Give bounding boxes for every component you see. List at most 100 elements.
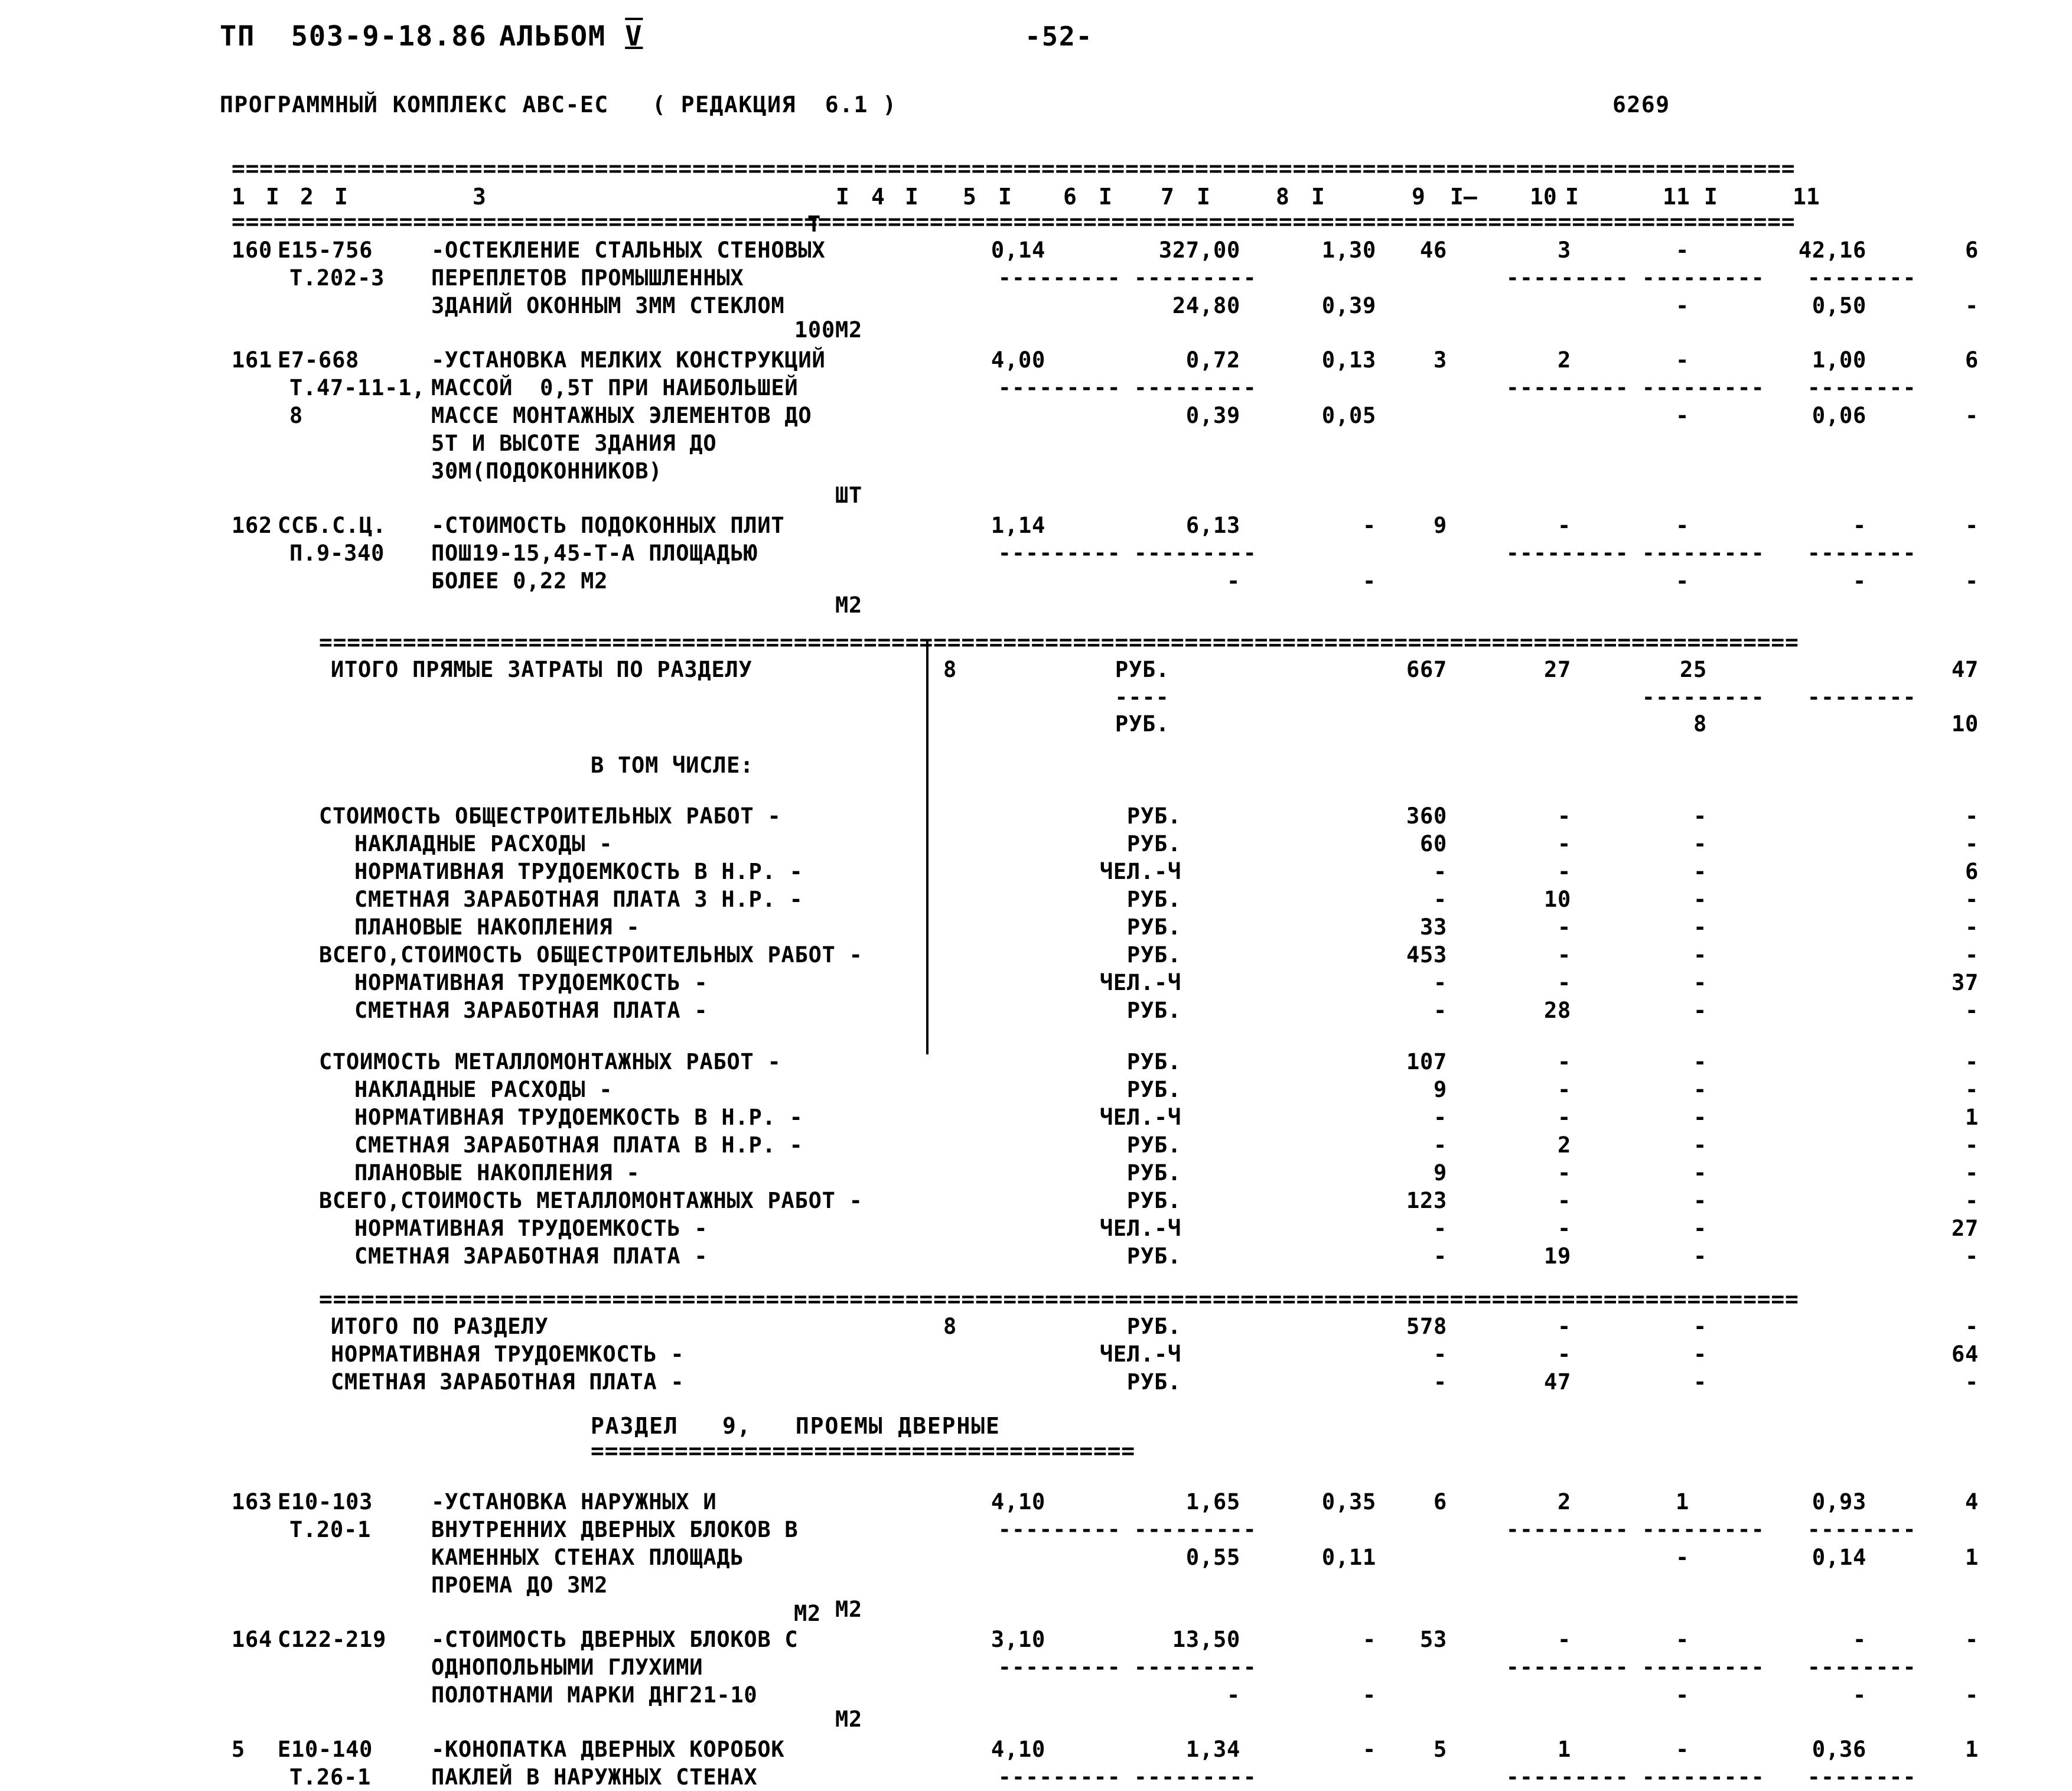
- general-breakdown-col9-7: -: [1693, 998, 1707, 1023]
- item-description-line-160-1: ПЕРЕПЛЕТОВ ПРОМЫШЛЕННЫХ: [431, 265, 744, 291]
- pre-totals-rule: ========================================…: [319, 633, 1799, 651]
- item2-col9-164: -: [1675, 1627, 1689, 1652]
- section-total-label-1: НОРМАТИВНАЯ ТРУДОЕМКОСТЬ -: [331, 1341, 685, 1367]
- col-num-11: 11: [1663, 184, 1690, 210]
- item2-col7-5: 5: [1433, 1737, 1447, 1762]
- general-breakdown-col8-7: 28: [1543, 998, 1571, 1023]
- section-total-col8-2: 47: [1543, 1369, 1571, 1395]
- item-col9-160: -: [1675, 237, 1689, 263]
- general-breakdown-col9-4: -: [1693, 914, 1707, 940]
- metal-breakdown-col8-6: -: [1557, 1216, 1571, 1241]
- item2-price-b2-163: 0,11: [1321, 1545, 1376, 1570]
- item-dash-c11-161: --------: [1807, 376, 1917, 400]
- item2-price-b-5: -: [1362, 1737, 1376, 1762]
- general-breakdown-label-1: НАКЛАДНЫЕ РАСХОДЫ -: [354, 831, 613, 857]
- col-div-11: I: [1704, 184, 1718, 210]
- item-col8-161: 2: [1557, 347, 1571, 373]
- item2-dash-c8-164: ---------: [1506, 1655, 1630, 1679]
- general-breakdown-col11-0: -: [1965, 803, 1979, 829]
- item-price-a2-161: 0,39: [1185, 403, 1240, 428]
- item2-dash-c9-164: ---------: [1642, 1655, 1765, 1679]
- item-unit-161: ШТ: [835, 483, 862, 508]
- metal-breakdown-col7-3: -: [1433, 1132, 1447, 1158]
- metal-breakdown-col9-6: -: [1693, 1216, 1707, 1241]
- section-total-number-0: 8: [943, 1314, 957, 1339]
- item-rows-block-2: 163 Е10-103 Т.20-1 -УСТАНОВКА НАРУЖНЫХ И ВНУ…: [0, 1482, 2072, 1790]
- metal-breakdown-unit-7: РУБ.: [1126, 1243, 1181, 1269]
- metal-breakdown-unit-6: ЧЕЛ.-Ч: [1099, 1216, 1181, 1241]
- item2-price-b2-164: -: [1362, 1682, 1376, 1708]
- item2-col9-5: -: [1675, 1737, 1689, 1762]
- metal-breakdown-col11-3: -: [1965, 1132, 1979, 1158]
- metal-breakdown-label-0: СТОИМОСТЬ МЕТАЛЛОМОНТАЖНЫХ РАБОТ -: [319, 1049, 781, 1074]
- col-div-3: I: [836, 184, 849, 210]
- col-num-10: 10: [1530, 184, 1557, 210]
- col-div-4: I: [905, 184, 918, 210]
- metal-breakdown-col8-1: -: [1557, 1077, 1571, 1102]
- metal-breakdown-unit-0: РУБ.: [1126, 1049, 1181, 1074]
- general-breakdown-col9-2: -: [1693, 859, 1707, 884]
- item2-price-b-163: 0,35: [1321, 1489, 1376, 1515]
- section-total-col9-2: -: [1693, 1369, 1707, 1395]
- item-dash-b-160: ---------: [1134, 266, 1257, 290]
- item-dash-c8-161: ---------: [1506, 376, 1630, 400]
- item2-dash-c11-164: --------: [1807, 1655, 1917, 1679]
- general-breakdown-col7-6: -: [1433, 970, 1447, 995]
- in-that-number-label: В ТОМ ЧИСЛЕ:: [591, 753, 754, 778]
- page-header-line-2: ПРОГРАММНЫЙ КОМПЛЕКС АВС-ЕС ( РЕДАКЦИЯ 6…: [0, 90, 2072, 119]
- general-breakdown-col7-2: -: [1433, 859, 1447, 884]
- general-breakdown-col7-0: 360: [1406, 803, 1447, 829]
- metal-breakdown-label-6: НОРМАТИВНАЯ ТРУДОЕМКОСТЬ -: [354, 1216, 708, 1241]
- metal-breakdown-label-4: ПЛАНОВЫЕ НАКОПЛЕНИЯ -: [354, 1160, 640, 1186]
- general-breakdown-unit-4: РУБ.: [1126, 914, 1181, 940]
- metal-breakdown-label-5: ВСЕГО,СТОИМОСТЬ МЕТАЛЛОМОНТАЖНЫХ РАБОТ -: [319, 1188, 863, 1213]
- item-dash-c8-160: ---------: [1506, 266, 1630, 290]
- item-dash-b-161: ---------: [1134, 376, 1257, 400]
- metal-breakdown-col11-5: -: [1965, 1188, 1979, 1213]
- item-col11-161: 6: [1965, 347, 1979, 373]
- general-breakdown-col8-2: -: [1557, 859, 1571, 884]
- item2-col11-163: 4: [1965, 1489, 1979, 1515]
- item2-col7-163: 6: [1433, 1489, 1447, 1515]
- item2-col11-164: -: [1965, 1627, 1979, 1652]
- item2-code-secondary-5: Т.26-1: [289, 1764, 372, 1790]
- item2-dash-c9-163: ---------: [1642, 1518, 1765, 1542]
- item-quantity-161: 4,00: [991, 347, 1045, 373]
- general-breakdown-unit-1: РУБ.: [1126, 831, 1181, 857]
- item2-dash-b-163: ---------: [1134, 1518, 1257, 1542]
- col-div-8: I: [1311, 184, 1325, 210]
- item-col7-162: 9: [1433, 513, 1447, 538]
- item2-quantity-5: 4,10: [991, 1737, 1045, 1762]
- item-col11-162: -: [1965, 513, 1979, 538]
- item-number-160: 160: [232, 237, 273, 263]
- item-code-tertiary-161: 8: [289, 403, 304, 428]
- item2-col8-164: -: [1557, 1627, 1571, 1652]
- item-code-primary-160: Е15-756: [278, 237, 373, 263]
- item2-col11-2-163: 1: [1965, 1545, 1979, 1570]
- item2-dash-c8-163: ---------: [1506, 1518, 1630, 1542]
- item-unit-top-160: Т: [807, 211, 821, 237]
- table-top-rule: ========================================…: [232, 159, 1796, 177]
- item-dash-c11-160: --------: [1807, 266, 1917, 290]
- item-code-secondary-162: П.9-340: [289, 540, 385, 566]
- section-total-col11-2: -: [1965, 1369, 1979, 1395]
- item2-col9-163: 1: [1675, 1489, 1689, 1515]
- item2-description-line-163-2: КАМЕННЫХ СТЕНАХ ПЛОЩАДЬ: [431, 1545, 744, 1570]
- metal-breakdown-col7-1: 9: [1433, 1077, 1447, 1102]
- item-code-secondary-160: Т.202-3: [289, 265, 385, 291]
- item2-col10-164: -: [1852, 1627, 1866, 1652]
- metal-breakdown-unit-1: РУБ.: [1126, 1077, 1181, 1102]
- col-num-12: 11: [1793, 184, 1820, 210]
- general-breakdown-label-3: СМЕТНАЯ ЗАРАБОТНАЯ ПЛАТА З Н.Р. -: [354, 887, 803, 912]
- item-price-b-160: 1,30: [1321, 237, 1376, 263]
- item-description-line-162-1: ПОШ19-15,45-Т-А ПЛОЩАДЬЮ: [431, 540, 758, 566]
- general-breakdown-col7-4: 33: [1419, 914, 1447, 940]
- item-price-b-161: 0,13: [1321, 347, 1376, 373]
- general-breakdown-col9-6: -: [1693, 970, 1707, 995]
- metal-breakdown-col7-5: 123: [1406, 1188, 1447, 1213]
- col-num-4: 4: [871, 184, 885, 210]
- metal-breakdown-col9-5: -: [1693, 1188, 1707, 1213]
- general-breakdown-unit-0: РУБ.: [1126, 803, 1181, 829]
- item-description-line-161-1: МАССОЙ 0,5Т ПРИ НАИБОЛЬШЕЙ: [431, 375, 799, 400]
- general-breakdown-label-2: НОРМАТИВНАЯ ТРУДОЕМКОСТЬ В Н.Р. -: [354, 859, 803, 884]
